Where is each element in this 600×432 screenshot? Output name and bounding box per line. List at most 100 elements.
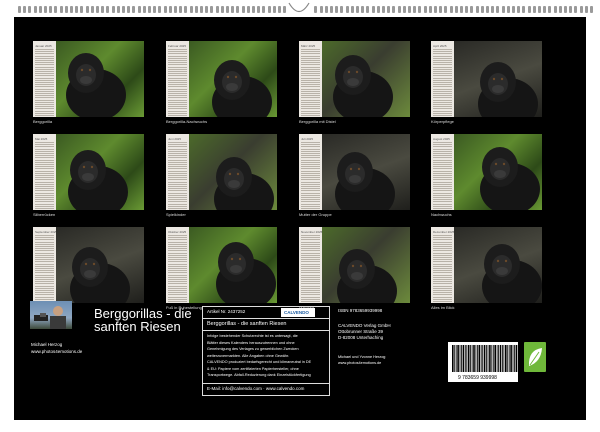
calendar-day-line — [433, 177, 452, 179]
credit-line: www.photos4emotions.de — [338, 360, 382, 365]
author-website: www.photos4emotions.de — [31, 349, 83, 354]
calendar-day-line — [168, 62, 187, 64]
calendar-strip: Mai 2025 — [33, 134, 56, 210]
calendar-day-line — [35, 164, 54, 165]
calendar-day-line — [433, 159, 452, 161]
calendar-day-line — [35, 208, 54, 209]
calendar-day-line — [301, 71, 320, 72]
calendar-day-line — [168, 188, 187, 190]
calendar-day-line — [433, 243, 452, 245]
calendar-day-line — [301, 49, 320, 50]
calendar-day-line — [35, 57, 54, 59]
calendar-day-line — [168, 115, 187, 116]
calendar-day-line — [168, 53, 187, 55]
calendar-day-line — [301, 112, 320, 114]
calendar-day-line — [35, 161, 54, 163]
calendar-day-line — [35, 90, 54, 92]
calendar-title: Berggorillas - die sanften Riesen — [94, 306, 192, 334]
calendar-day-line — [433, 296, 452, 298]
calendar-day-line — [168, 246, 187, 247]
calendar-strip: Juli 2025 — [299, 134, 322, 210]
description-line: Transportwege. Abfall-Reduzierung dank E… — [207, 373, 311, 377]
calendar-day-line — [168, 208, 187, 209]
calendar-day-line — [433, 95, 452, 97]
calendar-day-line — [433, 49, 452, 50]
calendar-day-line — [301, 93, 320, 94]
calendar-day-line — [168, 263, 187, 265]
calendar-day-line — [433, 274, 452, 276]
calendar-day-line — [301, 106, 320, 108]
calendar-day-line — [301, 172, 320, 174]
calendar-day-line — [301, 274, 320, 276]
calendar-day-line — [35, 95, 54, 97]
calendar-day-line — [168, 164, 187, 165]
gorilla-photo — [56, 227, 144, 303]
month-name: September 2025 — [35, 230, 58, 234]
calendar-day-line — [433, 155, 452, 157]
calendar-day-line — [301, 259, 320, 261]
calendar-day-line — [433, 250, 452, 252]
calendar-day-line — [301, 90, 320, 92]
month-name: Juli 2025 — [301, 137, 314, 141]
gorilla-photo — [454, 134, 542, 210]
calendar-day-line — [433, 168, 452, 170]
calendar-day-line — [168, 283, 187, 285]
calendar-day-line — [168, 86, 187, 88]
gorilla-photo — [56, 134, 144, 210]
calendar-day-line — [301, 290, 320, 291]
calendar-day-line — [433, 281, 452, 283]
publisher-line: CALVENDO Verlag GmbH — [338, 323, 391, 328]
calendar-day-line — [35, 55, 54, 57]
calendar-day-line — [35, 186, 54, 187]
calendar-day-line — [301, 88, 320, 90]
calendar-day-line — [433, 175, 452, 176]
calendar-day-line — [433, 199, 452, 201]
calendar-day-line — [168, 192, 187, 194]
calendar-day-line — [168, 144, 187, 146]
calendar-day-line — [35, 79, 54, 81]
calendar-day-line — [301, 199, 320, 201]
gorilla-photo — [189, 134, 277, 210]
product-title: Berggorillas - die sanften Riesen — [207, 321, 287, 327]
calendar-day-line — [301, 239, 320, 241]
calendar-day-line — [301, 95, 320, 97]
calendar-day-line — [35, 263, 54, 265]
calendar-day-line — [433, 57, 452, 59]
description-line: CALVENDO produziert bedarfsgerecht und k… — [207, 360, 312, 364]
calendar-day-line — [35, 86, 54, 88]
calendar-day-line — [35, 181, 54, 183]
calendar-strip: Februar 2025 — [166, 41, 189, 117]
calendar-day-line — [433, 104, 452, 105]
calendar-day-line — [433, 265, 452, 267]
calendar-day-line — [168, 51, 187, 53]
calendar-day-line — [301, 144, 320, 146]
calendar-day-line — [433, 51, 452, 53]
calendar-day-line — [35, 93, 54, 94]
calendar-day-line — [35, 75, 54, 77]
calendar-day-line — [168, 179, 187, 181]
calendar-day-line — [35, 205, 54, 207]
calendar-day-line — [168, 150, 187, 152]
publisher-line: Ottobrunner Straße 39 — [338, 329, 384, 334]
calendar-day-line — [35, 66, 54, 68]
calendar-strip: November 2025 — [299, 227, 322, 303]
calendar-day-line — [168, 287, 187, 289]
calendar-day-line — [35, 243, 54, 245]
calendar-day-line — [433, 283, 452, 285]
calendar-day-line — [168, 235, 187, 236]
calendar-day-line — [168, 159, 187, 161]
calendar-day-line — [301, 188, 320, 190]
calendar-day-line — [433, 53, 452, 55]
divider — [203, 383, 329, 384]
calendar-day-line — [168, 153, 187, 154]
calendar-day-line — [301, 53, 320, 55]
calendar-day-line — [433, 186, 452, 187]
calendar-day-line — [433, 62, 452, 64]
month-page: Oktober 2025 Fuß in Ruhestellung — [166, 227, 277, 313]
calendar-day-line — [433, 164, 452, 165]
calendar-day-line — [168, 108, 187, 110]
calendar-day-line — [35, 261, 54, 263]
calendar-day-line — [168, 155, 187, 157]
calendar-day-line — [168, 298, 187, 300]
month-caption: Alles im Blick — [431, 305, 455, 310]
